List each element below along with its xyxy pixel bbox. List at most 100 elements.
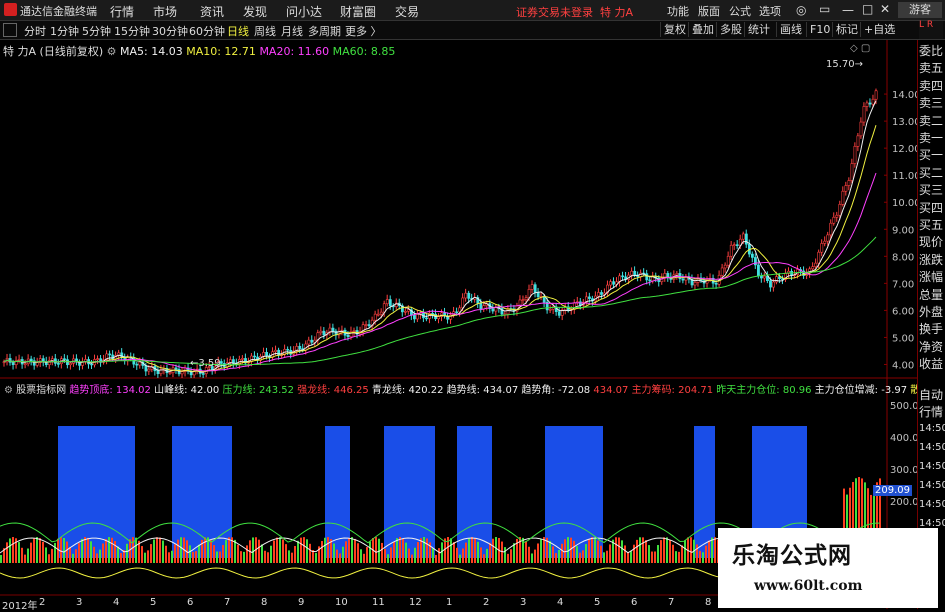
toolbar-overlay[interactable]: 叠加: [688, 22, 717, 37]
indicator-bar: [33, 538, 35, 563]
indicator-name[interactable]: 股票指标网: [16, 385, 66, 396]
login-status[interactable]: 证券交易未登录 特 力A: [516, 4, 633, 20]
quote-panel-item[interactable]: 买三: [919, 181, 945, 198]
quote-panel-item[interactable]: 收益: [919, 355, 945, 372]
main-chart-header: 特 力A (日线前复权) ⚙ MA5: 14.03 MA10: 12.71 MA…: [3, 43, 395, 59]
quote-panel-item[interactable]: 涨幅: [919, 268, 945, 285]
maximize-icon[interactable]: □: [862, 2, 873, 16]
quote-panel-item[interactable]: 现价: [919, 233, 945, 250]
candle-body: [201, 373, 205, 375]
main-stock-name: 特 力A: [3, 45, 37, 58]
layout-toggle-icon[interactable]: [3, 23, 17, 37]
quote-panel-item[interactable]: 买四: [919, 199, 945, 216]
menu-item-options[interactable]: 选项: [759, 3, 781, 19]
menu-item-ask[interactable]: 问小达: [286, 3, 322, 20]
quote-panel-item[interactable]: 委比: [919, 42, 945, 59]
low-price-text: 3.59: [198, 358, 221, 369]
toolbar-add-watchlist[interactable]: +自选: [860, 22, 898, 37]
menu-item-market[interactable]: 行情: [110, 3, 134, 20]
menu-item-discover[interactable]: 发现: [243, 3, 267, 20]
menu-item-function[interactable]: 功能: [667, 3, 689, 19]
quote-panel-item[interactable]: 买一: [919, 146, 945, 163]
quote-panel-item[interactable]: 总量: [919, 286, 945, 303]
high-price-marker: 15.70→: [826, 59, 864, 70]
toolbar-restore-rights[interactable]: 复权: [660, 22, 689, 37]
toolbar-draw-lines[interactable]: 画线: [776, 22, 805, 37]
guest-button[interactable]: 游客: [898, 2, 942, 18]
period-tab-daily[interactable]: 日线: [227, 23, 249, 39]
indicator-settings-icon[interactable]: ⚙: [4, 385, 13, 396]
close-icon[interactable]: ✕: [880, 2, 890, 16]
indicator-bar: [66, 541, 68, 563]
period-tab-5min[interactable]: 5分钟: [82, 23, 111, 39]
period-tab-60min[interactable]: 60分钟: [189, 23, 225, 39]
period-tab-weekly[interactable]: 周线: [254, 23, 276, 39]
candle-body: [416, 314, 419, 320]
period-tab-15min[interactable]: 15分钟: [114, 23, 150, 39]
candle-body: [331, 327, 335, 332]
menu-item-news[interactable]: 资讯: [200, 3, 224, 20]
quote-panel-tab[interactable]: 行情: [919, 403, 945, 420]
indicator-bar: [42, 541, 44, 563]
period-tab-1min[interactable]: 1分钟: [50, 23, 79, 39]
main-y-tick: 10.00: [892, 198, 917, 209]
period-tab-monthly[interactable]: 月线: [281, 23, 303, 39]
toolbar-f10[interactable]: F10: [806, 22, 833, 37]
menu-item-wealth[interactable]: 财富圈: [340, 3, 376, 20]
menu-item-markets[interactable]: 市场: [153, 3, 177, 20]
indicator-bar: [420, 538, 422, 563]
quote-panel-item[interactable]: 净资: [919, 338, 945, 355]
quote-panel-item[interactable]: 外盘: [919, 303, 945, 320]
indicator-bar: [18, 542, 20, 563]
minimize-icon[interactable]: —: [842, 3, 854, 17]
time-axis-tick: 2: [483, 597, 490, 608]
menu-item-formula[interactable]: 公式: [729, 3, 751, 19]
period-tab-30min[interactable]: 30分钟: [152, 23, 188, 39]
indicator-bar: [411, 554, 413, 563]
quote-panel-tab[interactable]: 自动: [919, 386, 945, 403]
indicator-bar: [114, 541, 116, 563]
share-icon[interactable]: ▭: [819, 2, 830, 16]
expand-icon[interactable]: ◇ ▢: [850, 43, 870, 54]
price-chart-svg: 14.00 13.00 12.00 11.00 10.00 9.00 8.00 7.00 6.0…: [0, 40, 917, 378]
indicator-bar: [468, 538, 470, 563]
candle-body: [859, 121, 863, 137]
toolbar-multi-stock[interactable]: 多股: [716, 22, 745, 37]
quote-panel-item[interactable]: 买五: [919, 216, 945, 233]
quote-panel-item[interactable]: 卖二: [919, 112, 945, 129]
lr-switch-icon[interactable]: L R: [919, 21, 943, 39]
candle-body: [274, 349, 278, 353]
quote-panel-item[interactable]: 卖三: [919, 94, 945, 111]
period-tab-more[interactable]: 更多 〉: [345, 23, 382, 39]
indicator-bar: [234, 539, 236, 563]
quote-panel-item[interactable]: 卖四: [919, 77, 945, 94]
settings-icon[interactable]: ⚙: [107, 45, 117, 58]
candle-body: [35, 362, 39, 366]
quote-panel-item[interactable]: 买二: [919, 164, 945, 181]
toolbar-mark[interactable]: 标记: [832, 22, 861, 37]
indicator-bar: [606, 550, 608, 563]
indicator-bar: [477, 541, 479, 563]
sub-y-tick-500: 500.0: [890, 401, 919, 412]
candle-body: [265, 351, 269, 356]
period-tab-multi[interactable]: 多周期: [308, 23, 341, 39]
indicator-bar: [453, 542, 455, 563]
indicator-bar: [105, 539, 107, 563]
indicator-bar: [153, 539, 155, 563]
menu-item-trade[interactable]: 交易: [395, 3, 419, 20]
main-price-chart[interactable]: 14.00 13.00 12.00 11.00 10.00 9.00 8.00 7.00 6.0…: [0, 40, 917, 378]
period-tab-intraday[interactable]: 分时: [24, 23, 46, 39]
quote-panel-item[interactable]: 换手: [919, 320, 945, 337]
tick-time: 14:50: [919, 423, 945, 434]
candle-body: [844, 185, 848, 192]
quote-panel-item[interactable]: 涨跌: [919, 251, 945, 268]
main-y-tick: 4.00: [892, 360, 914, 371]
quote-panel-item[interactable]: 卖五: [919, 59, 945, 76]
menu-item-layout[interactable]: 版面: [698, 3, 720, 19]
headset-icon[interactable]: ◎: [796, 3, 806, 17]
quote-panel-item[interactable]: 卖一: [919, 129, 945, 146]
indicator-bar: [501, 541, 503, 563]
toolbar-statistics[interactable]: 统计: [744, 22, 773, 37]
indicator-bar: [543, 537, 545, 563]
indicator-bar: [339, 553, 341, 563]
